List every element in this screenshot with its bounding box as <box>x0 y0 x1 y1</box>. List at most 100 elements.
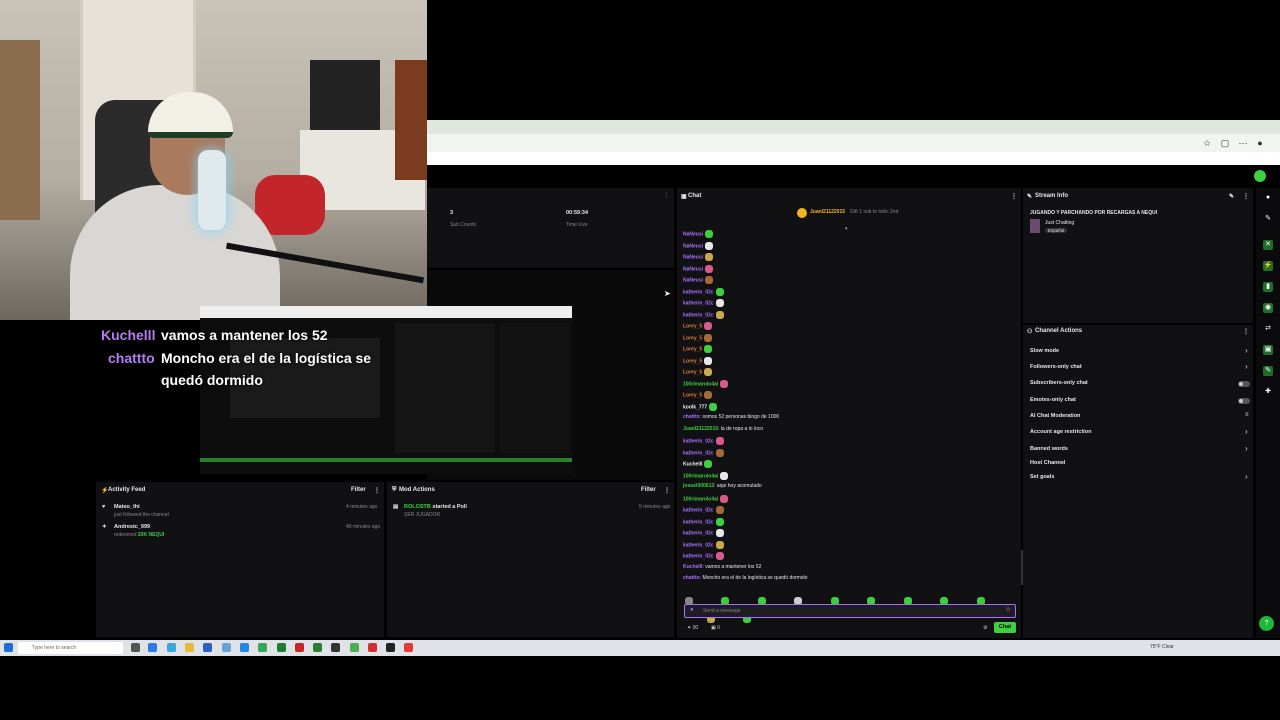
chat-username[interactable]: NaNeusi <box>683 243 703 249</box>
help-button[interactable]: ? <box>1259 616 1274 631</box>
profile-icon[interactable]: ● <box>1255 138 1265 148</box>
chat-username[interactable]: katherin_02c <box>683 519 714 525</box>
more-icon[interactable]: ⋮ <box>1243 328 1249 335</box>
chat-username[interactable]: 100rimarolo4ai <box>683 473 718 479</box>
subscribers-only-row[interactable]: Subscribers-only chat <box>1030 380 1088 386</box>
chat-username[interactable]: chattto <box>683 575 700 581</box>
chat-username[interactable]: Lorey_5 <box>683 392 702 398</box>
chat-username[interactable]: josuel000612 <box>683 483 714 489</box>
chat-username[interactable]: NaNeusi <box>683 254 703 260</box>
chat-username[interactable]: katherin_02c <box>683 542 714 548</box>
emoji-icon[interactable]: ☺ <box>1005 607 1011 613</box>
activity-item-name[interactable]: Andrestc_999 <box>114 524 150 530</box>
edit-pencil-icon[interactable]: ✎ <box>1229 193 1234 200</box>
app-icon[interactable] <box>368 643 377 652</box>
chevron-right-icon[interactable]: › <box>1245 362 1248 371</box>
settings-icon[interactable]: ⚙ <box>983 625 987 631</box>
shield-icon[interactable]: ✕ <box>1263 240 1273 250</box>
chevron-right-icon[interactable]: › <box>1245 472 1248 481</box>
obs-icon[interactable] <box>331 643 340 652</box>
info-icon[interactable]: ● <box>1263 193 1273 203</box>
app-icon[interactable] <box>277 643 286 652</box>
mod-filter-button[interactable]: Filter <box>641 487 656 493</box>
chat-username[interactable]: Lorey_5 <box>683 369 702 375</box>
windows-start-icon[interactable] <box>4 643 13 652</box>
chat-username[interactable]: katherin_02c <box>683 300 714 306</box>
chat-username[interactable]: Kuchelll <box>683 461 702 467</box>
host-channel-row[interactable]: Host Channel <box>1030 460 1065 466</box>
more-icon[interactable]: ⋮ <box>1243 193 1249 200</box>
chat-username[interactable]: NaNeusi <box>683 231 703 237</box>
emotes-only-toggle[interactable] <box>1238 398 1250 404</box>
chat-username[interactable]: Kuchelll <box>683 564 702 570</box>
pinned-user[interactable]: JuanI21122015 <box>810 209 845 215</box>
chat-username[interactable]: Lorey_5 <box>683 323 702 329</box>
mic-icon[interactable]: ● <box>690 607 694 613</box>
app-icon[interactable] <box>203 643 212 652</box>
app-icon[interactable] <box>167 643 176 652</box>
chrome-icon[interactable] <box>258 643 267 652</box>
chat-username[interactable]: Lorey_5 <box>683 358 702 364</box>
chat-username[interactable]: 100rimarolo4ai <box>683 381 718 387</box>
avatar[interactable] <box>1254 170 1266 182</box>
emotes-only-row[interactable]: Emotes-only chat <box>1030 397 1076 403</box>
more-icon[interactable]: ⋮ <box>664 192 669 198</box>
chat-username[interactable]: katherin_02c <box>683 530 714 536</box>
app-icon[interactable] <box>386 643 395 652</box>
subscribers-only-toggle[interactable] <box>1238 381 1250 387</box>
plus-icon[interactable]: ✚ <box>1263 387 1273 397</box>
star-icon[interactable]: ☆ <box>1202 138 1212 148</box>
activity-filter-button[interactable]: Filter <box>351 487 366 493</box>
wrench-icon[interactable]: ✎ <box>1263 366 1273 376</box>
chevron-right-icon[interactable]: › <box>1245 427 1248 436</box>
chat-username[interactable]: JuanI21122015 <box>683 426 718 432</box>
chat-username[interactable]: katherin_02c <box>683 312 714 318</box>
chat-username[interactable]: NaNeusi <box>683 266 703 272</box>
sliders-icon[interactable]: ≡ <box>1245 412 1249 418</box>
chat-username[interactable]: 100rimarolo4ai <box>683 496 718 502</box>
slow-mode-row[interactable]: Slow mode <box>1030 348 1059 354</box>
task-view-icon[interactable] <box>131 643 140 652</box>
banned-words-row[interactable]: Banned words <box>1030 446 1068 452</box>
more-icon[interactable]: ⋮ <box>374 487 380 494</box>
activity-item-name[interactable]: Mateo_thi <box>114 504 140 510</box>
app-icon[interactable] <box>350 643 359 652</box>
chat-username[interactable]: chattto <box>683 414 700 420</box>
taskbar-search-box[interactable]: Type here to search <box>18 642 123 654</box>
browser-address-bar[interactable] <box>427 134 1280 152</box>
menu-icon[interactable]: ⋯ <box>1238 138 1248 148</box>
pencil-icon[interactable]: ✎ <box>1263 214 1273 224</box>
clip-icon[interactable]: ▮ <box>1263 282 1273 292</box>
extensions-icon[interactable]: ▢ <box>1220 138 1230 148</box>
app-icon[interactable] <box>313 643 322 652</box>
chat-username[interactable]: NaNeusi <box>683 277 703 283</box>
ai-moderation-row[interactable]: AI Chat Moderation <box>1030 413 1080 419</box>
app-icon[interactable] <box>222 643 231 652</box>
chat-username[interactable]: katherin_02c <box>683 438 714 444</box>
app-icon[interactable] <box>295 643 304 652</box>
bolt-icon[interactable]: ⚡ <box>1263 261 1273 271</box>
followers-only-row[interactable]: Followers-only chat <box>1030 364 1082 370</box>
chat-username[interactable]: katherin_02c <box>683 553 714 559</box>
chat-username[interactable]: koolk_777 <box>683 404 707 410</box>
mod-name[interactable]: ROLOSTB <box>404 504 431 510</box>
chat-username[interactable]: Lorey_5 <box>683 335 702 341</box>
language-tag[interactable]: Español <box>1045 228 1068 233</box>
chat-username[interactable]: Lorey_5 <box>683 346 702 352</box>
weather-display[interactable]: 75°F Clear <box>1150 644 1174 650</box>
account-age-row[interactable]: Account age restriction <box>1030 429 1091 435</box>
set-goals-row[interactable]: Set goals <box>1030 474 1054 480</box>
ad-icon[interactable]: ▣ <box>1263 345 1273 355</box>
link-icon[interactable]: ⇄ <box>1263 324 1273 334</box>
chat-username[interactable]: katherin_02c <box>683 450 714 456</box>
chat-username[interactable]: katherin_02c <box>683 289 714 295</box>
chat-message-list[interactable]: NaNeusi NaNeusi NaNeusi NaNeusi NaNeusi kathe… <box>677 230 1017 585</box>
chat-username[interactable]: katherin_02c <box>683 507 714 513</box>
chevron-right-icon[interactable]: › <box>1245 444 1248 453</box>
more-icon[interactable]: ⋮ <box>664 487 670 494</box>
chat-input[interactable]: Send a message ● ☺ <box>684 604 1016 618</box>
folder-icon[interactable] <box>185 643 194 652</box>
mail-icon[interactable] <box>240 643 249 652</box>
more-icon[interactable]: ⋮ <box>1011 193 1017 200</box>
chat-send-button[interactable]: Chat <box>994 622 1016 633</box>
